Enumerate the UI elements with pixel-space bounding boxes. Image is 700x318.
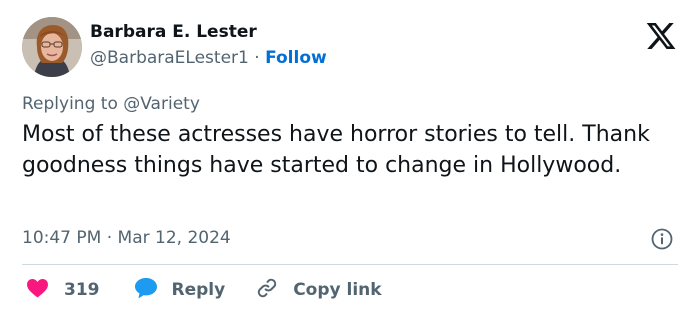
author-handle[interactable]: @BarbaraELester1 — [90, 48, 249, 68]
divider — [22, 264, 678, 265]
copy-link-label: Copy link — [293, 280, 382, 300]
like-button[interactable]: 319 — [22, 278, 100, 302]
follow-button[interactable]: Follow — [265, 48, 327, 68]
info-icon[interactable] — [651, 228, 673, 250]
tweet-text: Most of these actresses have horror stor… — [22, 122, 650, 178]
x-logo-icon[interactable] — [645, 20, 677, 52]
reply-label: Reply — [171, 280, 226, 300]
link-icon — [255, 276, 279, 304]
action-bar: 319 Reply Copy link — [22, 275, 382, 305]
copy-link-button[interactable]: Copy link — [255, 276, 382, 304]
speech-bubble-icon — [134, 277, 158, 303]
replying-to: Replying to @Variety — [22, 94, 200, 114]
reply-target-link[interactable]: @Variety — [123, 94, 200, 114]
handle-line: @BarbaraELester1 · Follow — [90, 48, 327, 68]
reply-button[interactable]: Reply — [134, 277, 226, 303]
heart-icon — [26, 278, 49, 302]
separator-dot: · — [254, 48, 260, 68]
like-count: 319 — [64, 280, 100, 300]
avatar[interactable] — [22, 17, 82, 77]
author-name[interactable]: Barbara E. Lester — [90, 22, 257, 42]
timestamp[interactable]: 10:47 PM · Mar 12, 2024 — [22, 228, 231, 248]
replying-prefix: Replying to — [22, 94, 118, 114]
